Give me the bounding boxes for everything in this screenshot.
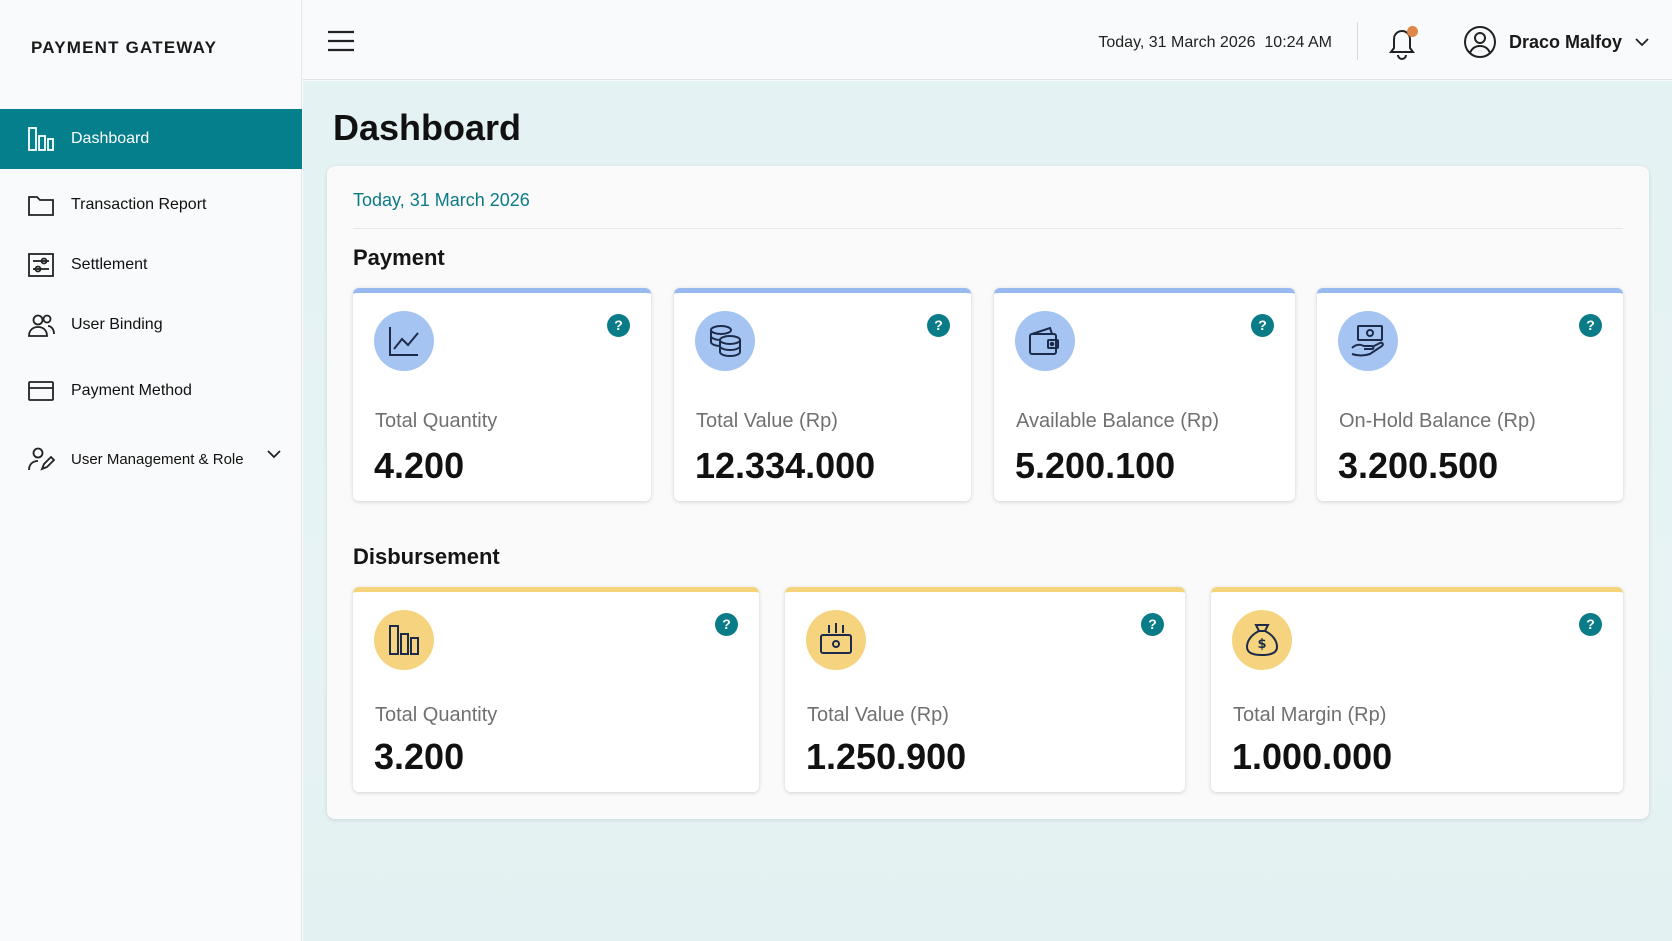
stat-card-disbursement-total-margin: $ ? Total Margin (Rp) 1.000.000	[1211, 587, 1623, 792]
page-title: Dashboard	[333, 107, 522, 148]
divider	[353, 228, 1623, 229]
user-menu[interactable]: Draco Malfoy	[1463, 23, 1650, 61]
stat-label: Total Quantity	[375, 704, 498, 726]
header-datetime: Today, 31 March 2026 10:24 AM	[1098, 34, 1332, 51]
notification-bell-icon[interactable]	[1385, 25, 1419, 61]
stat-card-payment-available-balance: ? Available Balance (Rp) 5.200.100	[994, 288, 1295, 501]
sidebar-nav: Dashboard Transaction Report Settlement	[0, 109, 302, 489]
stat-value: 1.250.900	[806, 736, 967, 777]
section-title-payment: Payment	[353, 245, 445, 270]
stat-label: Total Margin (Rp)	[1233, 704, 1387, 726]
stat-label: Total Quantity	[375, 410, 498, 432]
stat-value: 5.200.100	[1015, 445, 1176, 486]
dashboard-panel: Today, 31 March 2026 Payment ? Total Qua…	[327, 166, 1649, 819]
help-icon[interactable]: ?	[927, 314, 950, 337]
sidebar-item-dashboard[interactable]: Dashboard	[0, 109, 302, 169]
sliders-icon	[26, 250, 56, 280]
help-icon[interactable]: ?	[1141, 613, 1164, 636]
bar-chart-icon	[374, 610, 434, 670]
main-content: Dashboard Today, 31 March 2026 Payment ?…	[303, 81, 1672, 941]
section-title-disbursement: Disbursement	[353, 544, 500, 569]
help-icon[interactable]: ?	[1251, 314, 1274, 337]
sidebar-item-settlement[interactable]: Settlement	[0, 235, 302, 295]
hand-money-icon	[1338, 311, 1398, 371]
stat-value: 1.000.000	[1232, 736, 1393, 777]
user-name: Draco Malfoy	[1508, 31, 1622, 52]
help-icon[interactable]: ?	[1579, 613, 1602, 636]
sidebar-item-transaction-report[interactable]: Transaction Report	[0, 175, 302, 235]
sidebar-item-user-binding[interactable]: User Binding	[0, 295, 302, 355]
chevron-down-icon[interactable]	[266, 449, 282, 459]
brand-logo[interactable]: PAYMENT GATEWAY	[31, 38, 217, 58]
stat-label: Total Value (Rp)	[696, 410, 838, 432]
wallet-icon	[1015, 311, 1075, 371]
stat-value: 4.200	[374, 445, 465, 486]
sidebar-item-label: Settlement	[71, 256, 148, 273]
stat-card-payment-total-quantity: ? Total Quantity 4.200	[353, 288, 651, 501]
sidebar-item-label: User Management & Role	[71, 450, 244, 468]
sidebar-item-label: Payment Method	[71, 382, 192, 399]
sidebar-item-user-management[interactable]: User Management & Role	[0, 429, 302, 489]
top-header: Today, 31 March 2026 10:24 AM Draco Malf…	[303, 0, 1672, 80]
stat-value: 3.200.500	[1338, 445, 1499, 486]
sidebar-item-label: User Binding	[71, 316, 163, 333]
chevron-down-icon	[1634, 37, 1650, 47]
help-icon[interactable]: ?	[607, 314, 630, 337]
stat-label: On-Hold Balance (Rp)	[1339, 410, 1536, 432]
sidebar-item-label: Dashboard	[71, 130, 150, 147]
line-chart-icon	[374, 311, 434, 371]
stat-label: Total Value (Rp)	[807, 704, 949, 726]
help-icon[interactable]: ?	[1579, 314, 1602, 337]
stat-label: Available Balance (Rp)	[1016, 410, 1220, 432]
bar-chart-icon	[26, 124, 56, 154]
header-divider	[1357, 22, 1358, 60]
folder-icon	[26, 190, 56, 220]
sidebar-item-label: Transaction Report	[71, 196, 207, 213]
sidebar-item-payment-method[interactable]: Payment Method	[0, 361, 302, 421]
avatar-icon	[1463, 25, 1497, 59]
stat-value: 3.200	[374, 736, 465, 777]
user-edit-icon	[26, 444, 56, 474]
stat-card-payment-total-value: ? Total Value (Rp) 12.334.000	[674, 288, 971, 501]
svg-text:$: $	[1257, 637, 1266, 652]
hamburger-menu-icon[interactable]	[326, 28, 356, 54]
stat-card-payment-on-hold-balance: ? On-Hold Balance (Rp) 3.200.500	[1317, 288, 1623, 501]
help-icon[interactable]: ?	[715, 613, 738, 636]
stat-card-disbursement-total-quantity: ? Total Quantity 3.200	[353, 587, 759, 792]
coins-stack-icon	[695, 311, 755, 371]
notification-dot	[1407, 26, 1418, 37]
users-icon	[26, 310, 56, 340]
stat-value: 12.334.000	[695, 445, 876, 486]
credit-card-icon	[26, 376, 56, 406]
money-bag-icon: $	[1232, 610, 1292, 670]
stat-card-disbursement-total-value: ? Total Value (Rp) 1.250.900	[785, 587, 1185, 792]
panel-date: Today, 31 March 2026	[353, 190, 530, 210]
cash-register-icon	[806, 610, 866, 670]
sidebar: PAYMENT GATEWAY Dashboard Transaction Re…	[0, 0, 302, 941]
